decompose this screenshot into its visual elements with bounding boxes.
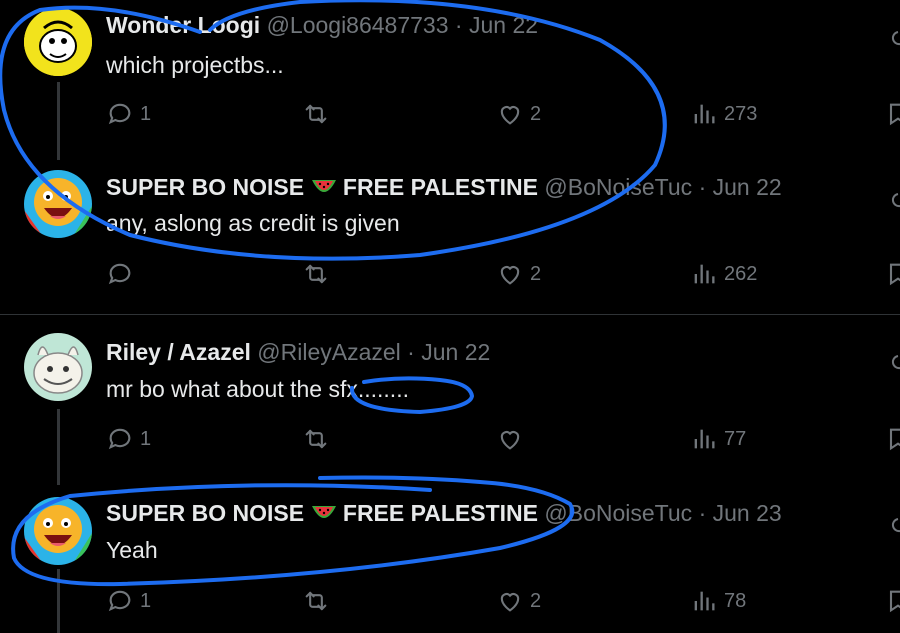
like-count: 2 (530, 262, 542, 285)
repost-icon (302, 425, 330, 453)
bookmark-button[interactable] (884, 100, 900, 128)
display-name-suffix[interactable]: FREE PALESTINE (343, 500, 538, 526)
post-text: which projectbs... (106, 52, 284, 78)
post-header: Riley / Azazel @RileyAzazel · Jun 22 (106, 339, 490, 366)
like-count: 2 (530, 589, 542, 612)
bookmark-icon (884, 100, 900, 128)
watermelon-emoji (311, 501, 337, 528)
reply-count: 1 (140, 102, 152, 125)
views-icon (690, 100, 718, 128)
views-button[interactable]: 262 (690, 260, 757, 288)
post-date[interactable]: · Jun 22 (407, 339, 490, 365)
views-button[interactable]: 77 (690, 425, 746, 453)
reply-button[interactable] (106, 260, 140, 288)
avatar[interactable] (24, 170, 92, 238)
post-3[interactable]: Riley / Azazel @RileyAzazel · Jun 22 mr … (0, 325, 900, 485)
post-text: any, aslong as credit is given (106, 210, 400, 236)
more-icon[interactable] (888, 190, 900, 212)
avatar-image (24, 170, 92, 238)
more-icon[interactable] (888, 515, 900, 537)
like-button[interactable]: 2 (496, 587, 541, 615)
display-name[interactable]: Riley / Azazel (106, 339, 251, 365)
post-header: Wonder Loogi @Loogi86487733 · Jun 22 (106, 12, 538, 39)
repost-button[interactable] (302, 587, 336, 615)
post-header: SUPER BO NOISE FREE PALESTINE @BoNoiseTu… (106, 174, 782, 202)
post-date[interactable]: · Jun 22 (699, 174, 782, 200)
repost-button[interactable] (302, 425, 336, 453)
post-4[interactable]: SUPER BO NOISE FREE PALESTINE @BoNoiseTu… (0, 485, 900, 633)
reply-icon (106, 425, 134, 453)
like-button[interactable]: 2 (496, 260, 541, 288)
divider (0, 314, 900, 315)
reply-icon (106, 587, 134, 615)
reply-button[interactable]: 1 (106, 425, 151, 453)
views-count: 273 (724, 102, 758, 125)
views-icon (690, 425, 718, 453)
display-name[interactable]: SUPER BO NOISE (106, 174, 304, 200)
views-count: 262 (724, 262, 758, 285)
repost-button[interactable] (302, 100, 336, 128)
post-date[interactable]: · Jun 23 (699, 500, 782, 526)
repost-icon (302, 260, 330, 288)
bookmark-icon (884, 587, 900, 615)
heart-icon (496, 587, 524, 615)
bookmark-icon (884, 425, 900, 453)
action-bar: 1 77 (0, 425, 900, 459)
handle[interactable]: @BoNoiseTuc (544, 500, 692, 526)
handle[interactable]: @BoNoiseTuc (544, 174, 692, 200)
views-count: 78 (724, 589, 747, 612)
action-bar: 2 262 (0, 260, 900, 294)
repost-icon (302, 100, 330, 128)
post-1[interactable]: Wonder Loogi @Loogi86487733 · Jun 22 whi… (0, 0, 900, 160)
bookmark-icon (884, 260, 900, 288)
like-button[interactable]: 2 (496, 100, 541, 128)
action-bar: 1 2 273 (0, 100, 900, 134)
bookmark-button[interactable] (884, 425, 900, 453)
handle[interactable]: @Loogi86487733 (267, 12, 449, 38)
display-name[interactable]: SUPER BO NOISE (106, 500, 304, 526)
like-count: 2 (530, 102, 542, 125)
reply-icon (106, 100, 134, 128)
bookmark-button[interactable] (884, 260, 900, 288)
avatar-image (24, 8, 92, 76)
reply-count: 1 (140, 427, 152, 450)
bookmark-button[interactable] (884, 587, 900, 615)
action-bar: 1 2 78 (0, 587, 900, 621)
heart-icon (496, 100, 524, 128)
avatar[interactable] (24, 8, 92, 76)
views-icon (690, 587, 718, 615)
reply-button[interactable]: 1 (106, 587, 151, 615)
heart-icon (496, 260, 524, 288)
avatar-image (24, 497, 92, 565)
reply-icon (106, 260, 134, 288)
repost-button[interactable] (302, 260, 336, 288)
reply-button[interactable]: 1 (106, 100, 151, 128)
like-button[interactable] (496, 425, 530, 453)
views-button[interactable]: 273 (690, 100, 757, 128)
handle[interactable]: @RileyAzazel (257, 339, 401, 365)
reply-count: 1 (140, 589, 152, 612)
avatar[interactable] (24, 333, 92, 401)
post-text: mr bo what about the sfx........ (106, 376, 409, 402)
post-2[interactable]: SUPER BO NOISE FREE PALESTINE @BoNoiseTu… (0, 160, 900, 310)
more-icon[interactable] (888, 352, 900, 374)
more-icon[interactable] (888, 28, 900, 50)
views-count: 77 (724, 427, 747, 450)
post-date[interactable]: · Jun 22 (455, 12, 538, 38)
display-name[interactable]: Wonder Loogi (106, 12, 260, 38)
views-icon (690, 260, 718, 288)
views-button[interactable]: 78 (690, 587, 746, 615)
repost-icon (302, 587, 330, 615)
avatar[interactable] (24, 497, 92, 565)
avatar-image (24, 333, 92, 401)
post-text: Yeah (106, 537, 158, 563)
watermelon-emoji (311, 175, 337, 202)
post-header: SUPER BO NOISE FREE PALESTINE @BoNoiseTu… (106, 500, 782, 528)
display-name-suffix[interactable]: FREE PALESTINE (343, 174, 538, 200)
heart-icon (496, 425, 524, 453)
